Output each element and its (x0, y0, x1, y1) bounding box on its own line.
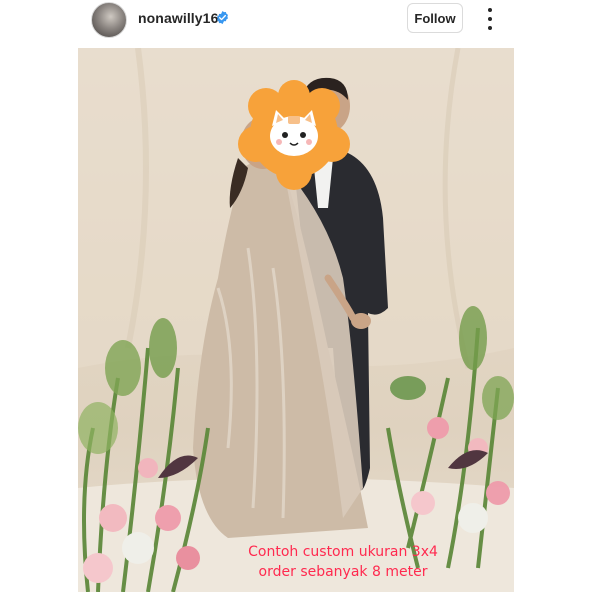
more-options-icon[interactable] (482, 8, 498, 30)
post-image: Contoh custom ukuran 3x4 order sebanyak … (78, 48, 514, 592)
caption-line-1: Contoh custom ukuran 3x4 (248, 544, 438, 560)
avatar[interactable] (91, 2, 127, 38)
username-link[interactable]: nonawilly16 (138, 10, 218, 26)
image-overlay-caption: Contoh custom ukuran 3x4 order sebanyak … (238, 542, 448, 582)
follow-button[interactable]: Follow (407, 3, 463, 33)
caption-line-2: order sebanyak 8 meter (258, 564, 428, 580)
verified-badge-icon (217, 10, 228, 25)
post-header: nonawilly16 Follow (0, 0, 592, 40)
photo-illustration (78, 48, 514, 592)
